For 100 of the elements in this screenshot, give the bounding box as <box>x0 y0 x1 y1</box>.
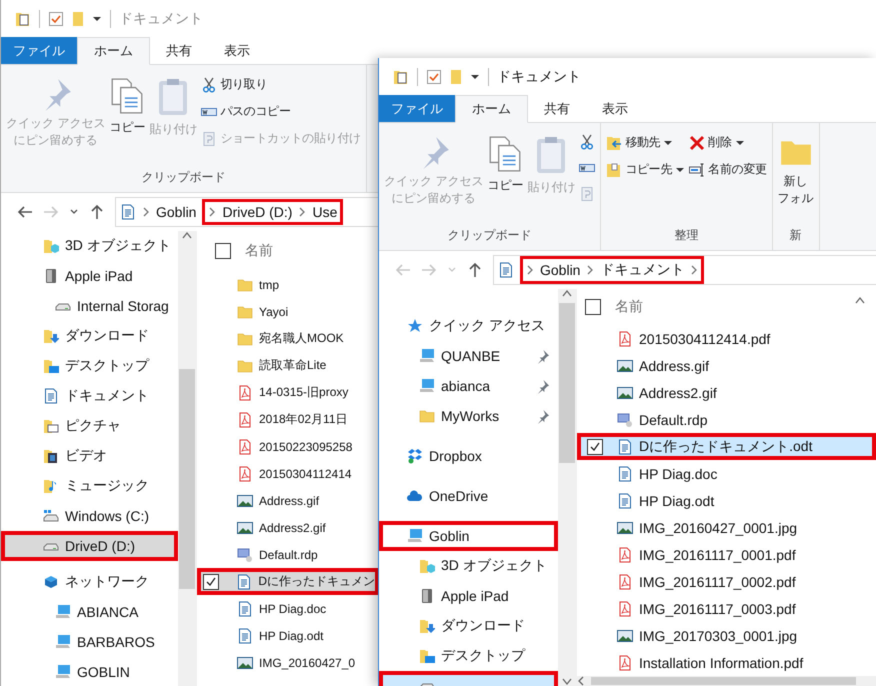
address-bar[interactable]: Goblin DriveD (D:) Use <box>115 197 379 227</box>
file-row[interactable]: 読取革命Lite <box>197 352 379 379</box>
file-row[interactable]: tmp <box>197 271 379 298</box>
copy-path-button[interactable]: パスのコピー <box>200 100 362 123</box>
nav-item[interactable]: ネットワーク <box>1 567 178 597</box>
folder-icon <box>43 238 59 254</box>
picture-icon <box>237 492 253 508</box>
checkbox[interactable] <box>203 574 219 590</box>
nav-item[interactable]: ドキュメント <box>1 381 178 411</box>
nav-item[interactable]: デスクトップ <box>1 351 178 381</box>
pages-icon <box>110 77 144 115</box>
ribbon-tab[interactable]: ホーム <box>77 37 150 65</box>
checkbox[interactable] <box>585 299 601 315</box>
scrollbar[interactable] <box>558 289 576 686</box>
breadcrumb-item[interactable]: Use <box>312 204 338 220</box>
nav-item[interactable]: ピクチャ <box>1 411 178 441</box>
move-to-button[interactable]: 移動先 <box>605 131 686 154</box>
folder-icon <box>419 648 435 664</box>
file-row[interactable]: HP Diag.odt <box>577 487 876 514</box>
nav-item[interactable]: クイック アクセス <box>379 311 558 341</box>
file-row[interactable]: 2018年02月11日 <box>197 406 379 433</box>
file-row[interactable]: Address.gif <box>577 352 876 379</box>
file-row[interactable]: IMG_20161117_0001.pdf <box>577 541 876 568</box>
nav-item[interactable]: Apple iPad <box>379 581 558 611</box>
file-row[interactable]: Default.rdp <box>197 541 379 568</box>
back-arrow-icon[interactable] <box>17 204 33 220</box>
column-header[interactable]: 名前 <box>245 242 273 260</box>
breadcrumb-item[interactable]: ドキュメント <box>600 261 684 279</box>
file-row[interactable]: HP Diag.doc <box>577 460 876 487</box>
copy-button[interactable]: コピー <box>486 131 524 198</box>
nav-item[interactable]: BARBAROS <box>1 627 178 657</box>
nav-item[interactable]: 3D オブジェクト <box>379 551 558 581</box>
file-row[interactable]: 14-0315-旧proxy <box>197 379 379 406</box>
scrollbar[interactable] <box>178 231 196 686</box>
chevron-down-icon[interactable] <box>561 678 573 686</box>
nav-item[interactable]: ダウンロード <box>1 321 178 351</box>
computer-icon <box>55 664 71 680</box>
nav-item[interactable]: QUANBE <box>379 341 558 371</box>
nav-item[interactable]: MyWorks <box>379 401 558 431</box>
nav-item[interactable]: Windows (C:) <box>1 501 178 531</box>
nav-item[interactable]: デスクトップ <box>379 641 558 671</box>
file-row[interactable]: 20150304112414 <box>197 460 379 487</box>
new-folder-button[interactable]: 新し フォル <box>776 131 815 212</box>
file-row[interactable]: 20150223095258 <box>197 433 379 460</box>
checkbox[interactable] <box>215 243 231 259</box>
breadcrumb-item[interactable]: Goblin <box>156 204 196 220</box>
chevron-up-icon[interactable] <box>854 296 866 304</box>
nav-item[interactable]: ABIANCA <box>1 597 178 627</box>
file-row[interactable]: IMG_20170303_0001.jpg <box>577 622 876 649</box>
ribbon-tab[interactable]: ファイル <box>379 95 455 122</box>
checkbox[interactable] <box>587 438 603 454</box>
delete-button[interactable]: 削除 <box>688 131 768 154</box>
nav-item[interactable]: abianca <box>379 371 558 401</box>
nav-item[interactable]: 3D オブジェクト <box>1 231 178 261</box>
breadcrumb-item[interactable]: Goblin <box>540 262 580 278</box>
file-row[interactable]: Dに作ったドキュメント.odt <box>577 433 876 460</box>
nav-item[interactable]: OneDrive <box>379 481 558 511</box>
nav-item[interactable]: Goblin <box>379 521 558 551</box>
column-header[interactable]: 名前 <box>615 298 643 316</box>
file-row[interactable]: IMG_20160427_0001.jpg <box>577 514 876 541</box>
ribbon-tab[interactable]: ファイル <box>1 37 77 64</box>
copy-button[interactable]: コピー <box>108 73 146 140</box>
nav-item[interactable]: GOBLIN <box>1 657 178 686</box>
device-icon <box>43 268 59 284</box>
file-row[interactable]: Address2.gif <box>577 379 876 406</box>
nav-item[interactable]: ビデオ <box>1 441 178 471</box>
rename-button[interactable]: 名前の変更 <box>688 158 768 181</box>
file-row[interactable]: Dに作ったドキュメン <box>197 568 379 595</box>
nav-item[interactable]: DriveD (D:) <box>1 531 178 561</box>
file-row[interactable]: IMG_20161117_0002.pdf <box>577 568 876 595</box>
file-row[interactable]: 20150304112414.pdf <box>577 325 876 352</box>
cut-button[interactable]: 切り取り <box>200 73 362 96</box>
file-row[interactable]: IMG_20161117_0003.pdf <box>577 595 876 622</box>
nav-item[interactable]: Dropbox <box>379 441 558 471</box>
nav-item[interactable]: Internal Storag <box>1 291 178 321</box>
nav-item[interactable]: ミュージック <box>1 471 178 501</box>
nav-item[interactable]: Apple iPad <box>1 261 178 291</box>
scrollbar[interactable] <box>577 676 876 686</box>
group-label: 整理 <box>674 227 698 244</box>
address-bar[interactable]: Goblin ドキュメント <box>493 255 876 285</box>
up-arrow-icon[interactable] <box>89 204 105 220</box>
chevron-right-icon <box>586 265 594 275</box>
clipboard-icon <box>579 186 596 202</box>
file-row[interactable]: Installation Information.pdf <box>577 649 876 676</box>
file-row[interactable]: Default.rdp <box>577 406 876 433</box>
nav-item[interactable]: ダウンロード <box>379 611 558 641</box>
picture-icon <box>617 628 633 644</box>
chevron-up-icon[interactable] <box>561 289 573 297</box>
file-row[interactable]: 宛名職人MOOK <box>197 325 379 352</box>
chevron-left-icon[interactable] <box>577 676 585 686</box>
network-icon <box>43 574 59 590</box>
file-row[interactable]: Yayoi <box>197 298 379 325</box>
ribbon-tab[interactable]: ホーム <box>455 95 528 123</box>
chevron-up-icon[interactable] <box>181 231 193 239</box>
document-icon <box>237 628 253 644</box>
breadcrumb-item[interactable]: DriveD (D:) <box>222 204 292 220</box>
up-arrow-icon[interactable] <box>467 262 483 278</box>
copy-to-button[interactable]: コピー先 <box>605 158 686 181</box>
folder-icon <box>43 358 59 374</box>
pages-icon <box>488 135 522 173</box>
